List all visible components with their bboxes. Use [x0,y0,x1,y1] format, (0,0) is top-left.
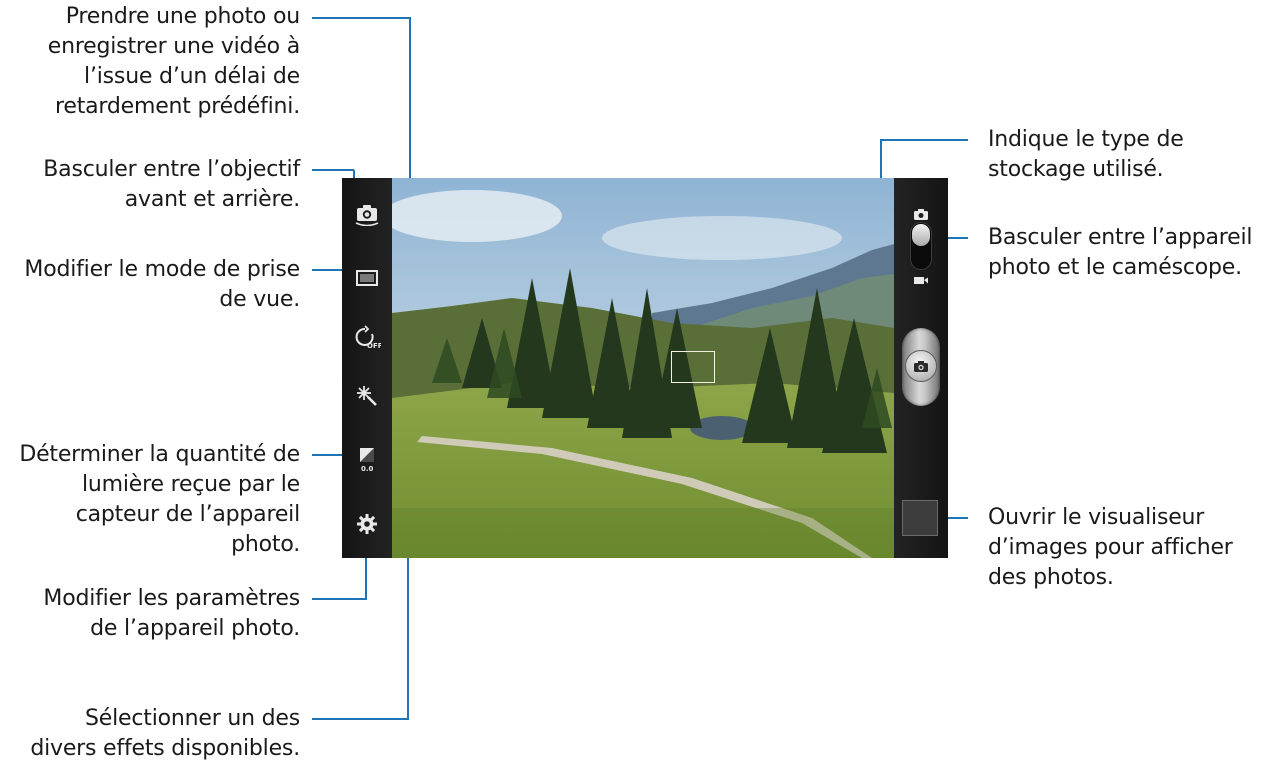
callout-line: capteur de l’appareil [75,502,301,527]
timer-label: OFF [367,342,381,350]
callout-camera-switch: Basculer entre l’appareil photo et le ca… [988,223,1252,283]
callout-line: photo. [231,532,300,557]
exposure-button[interactable]: 0.0 [351,444,383,476]
shutter-core[interactable] [905,350,937,382]
callout-effects: Sélectionner un des divers effets dispon… [30,704,300,764]
settings-gear-icon [357,514,377,534]
callout-viewer: Ouvrir le visualiseur d’images pour affi… [988,503,1233,593]
callout-line: Basculer entre l’appareil [988,225,1253,250]
timer-button[interactable]: OFF [351,322,383,354]
viewfinder-scene [392,178,894,558]
callout-line: Modifier le mode de prise [24,257,300,282]
shooting-mode-icon [356,270,378,286]
callout-line: divers effets disponibles. [30,736,300,761]
callout-line: avant et arrière. [124,187,300,212]
callout-line: Basculer entre l’objectif [43,157,300,182]
callout-line: Ouvrir le visualiseur [988,505,1205,530]
exposure-value: 0.0 [361,465,374,473]
image-viewer-thumbnail[interactable] [902,500,938,536]
callout-timer: Prendre une photo ou enregistrer une vid… [48,2,300,122]
camera-screen: OFF 0.0 [342,178,948,558]
timer-off-icon: OFF [355,325,381,350]
callout-storage: Indique le type de stockage utilisé. [988,125,1184,185]
callout-line: des photos. [988,565,1114,590]
callout-line: retardement prédéfini. [55,94,300,119]
camera-icon [914,209,928,220]
callout-line: stockage utilisé. [988,157,1164,182]
callout-settings: Modifier les paramètres de l’appareil ph… [43,584,300,644]
callout-line: lumière reçue par le [81,472,300,497]
left-toolbar: OFF 0.0 [342,178,392,558]
callout-shooting-mode: Modifier le mode de prise de vue. [24,255,300,315]
focus-frame [671,351,715,383]
viewfinder[interactable] [392,178,894,558]
effects-button[interactable] [351,380,383,412]
callout-line: Prendre une photo ou [65,4,300,29]
switch-camera-button[interactable] [351,198,383,230]
callout-line: Modifier les paramètres [43,586,300,611]
callout-line: enregistrer une vidéo à [47,34,300,59]
mode-switch-knob[interactable] [912,224,930,246]
callout-line: photo et le caméscope. [988,255,1242,280]
exposure-icon: 0.0 [360,448,374,473]
shutter-button[interactable] [902,328,940,406]
shutter-camera-icon [914,361,928,372]
mode-switch[interactable] [894,208,948,288]
video-camera-icon [914,277,928,284]
callout-switch-lens: Basculer entre l’objectif avant et arriè… [43,155,300,215]
callout-line: l’issue d’un délai de [84,64,300,89]
mode-switch-track[interactable] [910,222,932,270]
callout-line: d’images pour afficher [988,535,1233,560]
callout-line: Déterminer la quantité de [19,442,300,467]
switch-camera-icon [355,205,379,226]
callout-line: de vue. [219,287,300,312]
shooting-mode-button[interactable] [351,262,383,294]
callout-line: de l’appareil photo. [90,616,300,641]
settings-button[interactable] [351,508,383,540]
right-toolbar [894,178,948,558]
callout-exposure: Déterminer la quantité de lumière reçue … [19,440,300,560]
callout-line: Indique le type de [988,127,1184,152]
callout-line: Sélectionner un des [85,706,300,731]
effects-icon [357,386,377,406]
